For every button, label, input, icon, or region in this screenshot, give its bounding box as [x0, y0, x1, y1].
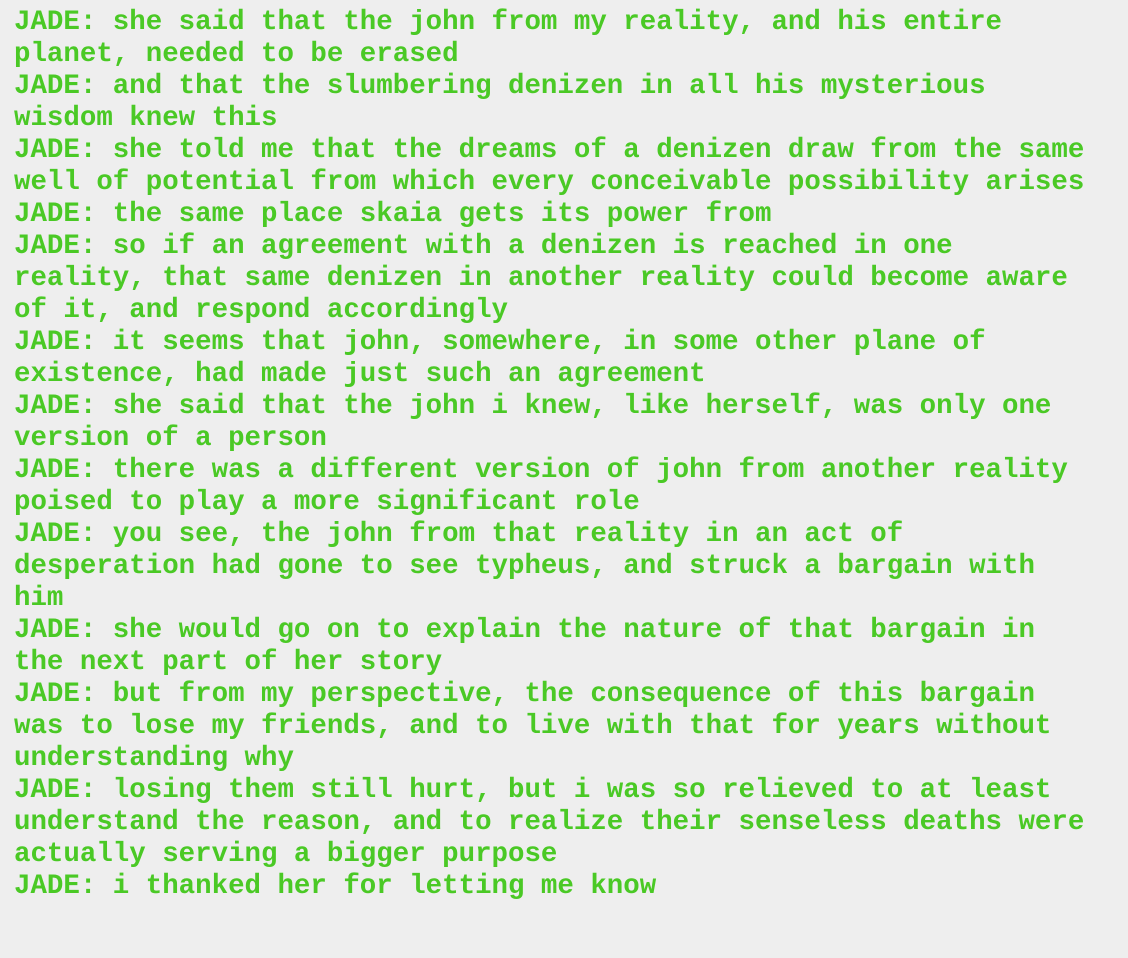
dialogue-line: JADE: you see, the john from that realit…	[14, 519, 1052, 614]
dialogue-line: JADE: losing them still hurt, but i was …	[14, 775, 1101, 870]
dialogue-log: JADE: she said that the john from my rea…	[0, 0, 1128, 958]
dialogue-line: JADE: so if an agreement with a denizen …	[14, 231, 1085, 326]
dialogue-line: JADE: she would go on to explain the nat…	[14, 615, 1052, 678]
dialogue-line: JADE: the same place skaia gets its powe…	[14, 199, 772, 230]
dialogue-line: JADE: but from my perspective, the conse…	[14, 679, 1068, 774]
dialogue-line: JADE: it seems that john, somewhere, in …	[14, 327, 1003, 390]
dialogue-line: JADE: she said that the john from my rea…	[14, 7, 1019, 70]
dialogue-line: JADE: i thanked her for letting me know	[14, 871, 657, 902]
dialogue-line: JADE: and that the slumbering denizen in…	[14, 71, 1003, 134]
dialogue-line: JADE: she told me that the dreams of a d…	[14, 135, 1101, 198]
dialogue-line: JADE: there was a different version of j…	[14, 455, 1085, 518]
dialogue-line: JADE: she said that the john i knew, lik…	[14, 391, 1068, 454]
